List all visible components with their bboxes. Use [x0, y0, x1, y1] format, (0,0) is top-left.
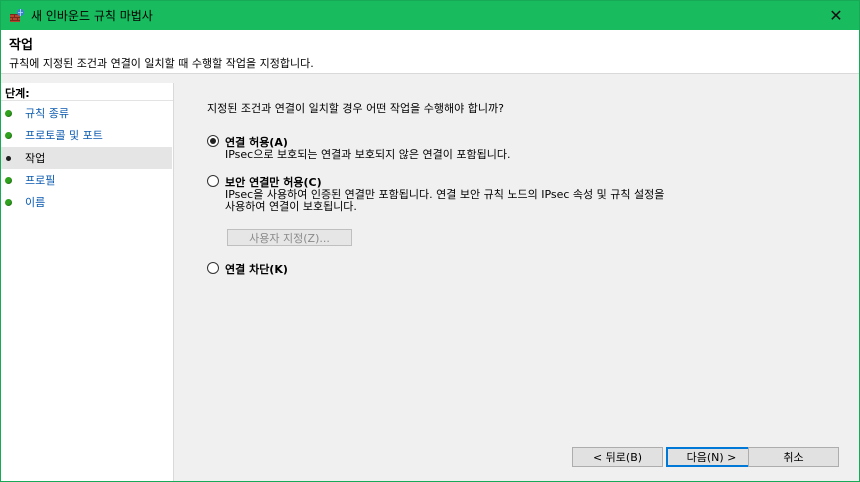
sidebar-item-protocol-ports[interactable]: 프로토콜 및 포트 — [1, 124, 172, 146]
step-bullet-icon — [5, 131, 12, 139]
sidebar-item-label: 규칙 종류 — [25, 107, 69, 120]
block-radio[interactable] — [207, 262, 219, 274]
sidebar-item-label: 이름 — [25, 196, 46, 209]
step-bullet-icon — [5, 198, 12, 206]
sidebar-item-label: 프로토콜 및 포트 — [25, 129, 103, 142]
option-description: IPsec으로 보호되는 연결과 보호되지 않은 연결이 포함됩니다. — [225, 149, 510, 161]
page-title: 작업 — [9, 38, 33, 53]
option-description: IPsec을 사용하여 인증된 연결만 포함됩니다. 연결 보안 규칙 노드의 … — [225, 189, 664, 213]
option-description-line: IPsec으로 보호되는 연결과 보호되지 않은 연결이 포함됩니다. — [225, 148, 511, 161]
sidebar-item-name[interactable]: 이름 — [1, 191, 172, 213]
sidebar-item-action[interactable]: 작업 — [1, 147, 172, 169]
window-title: 새 인바운드 규칙 마법사 — [31, 9, 153, 23]
page-header: 작업 규칙에 지정된 조건과 연결이 일치할 때 수행할 작업을 지정합니다. — [1, 30, 859, 74]
step-bullet-icon — [5, 109, 12, 117]
allow-secure-radio[interactable] — [207, 175, 219, 187]
action-question: 지정된 조건과 연결이 일치할 경우 어떤 작업을 수행해야 합니까? — [207, 102, 504, 115]
option-description-line: 사용하여 연결이 보호됩니다. — [225, 200, 357, 213]
option-label[interactable]: 연결 차단(K) — [225, 261, 288, 277]
main-content: 지정된 조건과 연결이 일치할 경우 어떤 작업을 수행해야 합니까? 연결 허… — [175, 83, 859, 481]
sidebar-item-label: 작업 — [25, 152, 46, 165]
page-description: 규칙에 지정된 조건과 연결이 일치할 때 수행할 작업을 지정합니다. — [9, 57, 314, 70]
steps-sidebar: 단계: 규칙 종류 프로토콜 및 포트 작업 프로필 이름 — [1, 83, 174, 481]
step-bullet-icon — [6, 155, 11, 161]
next-button[interactable]: 다음(N) > — [666, 447, 757, 467]
close-icon[interactable]: ✕ — [813, 1, 859, 30]
sidebar-item-rule-type[interactable]: 규칙 종류 — [1, 102, 172, 124]
allow-radio[interactable] — [207, 135, 219, 147]
cancel-button[interactable]: 취소 — [748, 447, 839, 467]
back-button[interactable]: < 뒤로(B) — [572, 447, 663, 467]
firewall-icon — [9, 8, 25, 24]
sidebar-item-profile[interactable]: 프로필 — [1, 169, 172, 191]
divider — [1, 100, 173, 101]
sidebar-item-label: 프로필 — [25, 174, 56, 187]
customize-button[interactable]: 사용자 지정(Z)... — [227, 229, 352, 246]
step-bullet-icon — [5, 176, 12, 184]
wizard-window: 새 인바운드 규칙 마법사 ✕ 작업 규칙에 지정된 조건과 연결이 일치할 때… — [0, 0, 860, 482]
title-bar: 새 인바운드 규칙 마법사 ✕ — [1, 1, 859, 30]
steps-heading: 단계: — [5, 87, 30, 100]
